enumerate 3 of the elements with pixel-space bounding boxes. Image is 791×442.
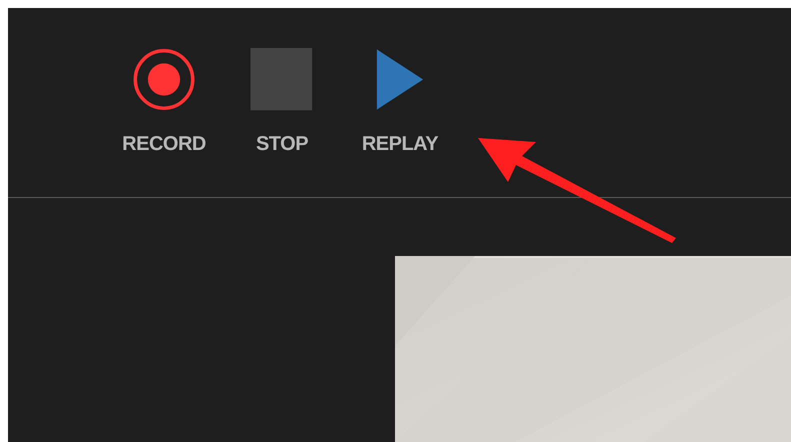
record-button[interactable]: RECORD — [114, 48, 214, 156]
replay-button[interactable]: REPLAY — [350, 48, 450, 156]
stop-button[interactable]: STOP — [232, 48, 332, 156]
